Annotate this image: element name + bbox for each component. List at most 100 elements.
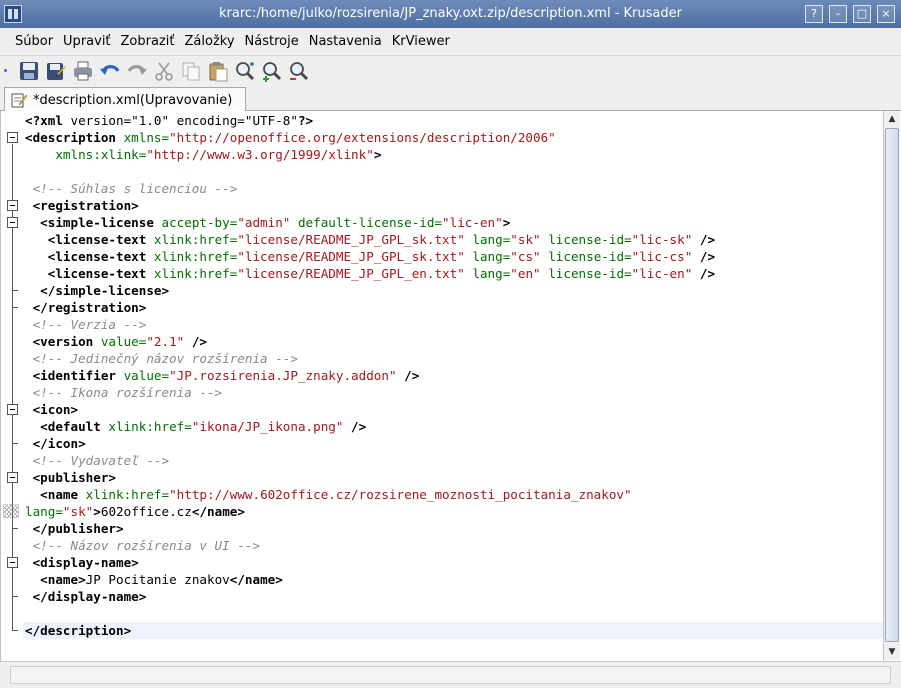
undo-icon[interactable] (97, 58, 123, 84)
code-line[interactable]: <registration> (23, 197, 883, 214)
menu-bar: Súbor Upraviť Zobraziť Záložky Nástroje … (0, 28, 901, 55)
menu-zalozky[interactable]: Záložky (180, 28, 240, 55)
menu-nastavenia[interactable]: Nastavenia (304, 28, 387, 55)
menu-subor[interactable]: Súbor (10, 28, 58, 55)
text-editor[interactable]: <?xml version="1.0" encoding="UTF-8"?> <d… (0, 111, 901, 661)
menu-krviewer[interactable]: KrViewer (387, 28, 455, 55)
code-token: </simple-license> (25, 283, 170, 298)
code-token: JP Pocitanie znakov (85, 572, 230, 587)
code-line[interactable]: </publisher> (23, 520, 883, 537)
code-line[interactable]: <icon> (23, 401, 883, 418)
code-line[interactable]: <publisher> (23, 469, 883, 486)
code-token: "license/README_JP_GPL_sk.txt" (237, 232, 465, 247)
scroll-down-icon[interactable]: ▼ (884, 644, 900, 660)
code-token: <name (25, 487, 86, 502)
code-line[interactable]: <name xlink:href="http://www.602office.c… (23, 486, 883, 503)
zoom-out-icon[interactable] (286, 58, 312, 84)
code-line[interactable]: <license-text xlink:href="license/README… (23, 231, 883, 248)
code-line[interactable]: </description> (23, 622, 883, 639)
code-token: xmlns= (123, 130, 170, 145)
code-token: accept-by= (161, 215, 238, 230)
code-line[interactable]: <license-text xlink:href="license/README… (23, 265, 883, 282)
code-token: <?xml (25, 113, 71, 128)
menu-nastroje[interactable]: Nástroje (240, 28, 304, 55)
title-bar: krarc:/home/julko/rozsirenia/JP_znaky.ox… (0, 0, 901, 28)
code-token: <icon> (25, 402, 79, 417)
fold-toggle-icon[interactable] (7, 132, 18, 143)
scroll-up-icon[interactable]: ▲ (884, 111, 900, 127)
code-line[interactable]: lang="sk">602office.cz</name> (23, 503, 883, 520)
print-icon[interactable] (70, 58, 96, 84)
code-token: lang= (464, 232, 511, 247)
code-line[interactable]: <!-- Jedinečný názov rozšírenia --> (23, 350, 883, 367)
tab-bar: *description.xml(Upravovanie) (0, 85, 901, 112)
code-line[interactable]: <!-- Názov rozšírenia v UI --> (23, 537, 883, 554)
code-token: <license-text (25, 232, 154, 247)
code-line[interactable]: </display-name> (23, 588, 883, 605)
save-icon[interactable] (16, 58, 42, 84)
copy-icon[interactable] (178, 58, 204, 84)
code-line[interactable]: <!-- Súhlas s licenciou --> (23, 180, 883, 197)
code-line[interactable]: xmlns:xlink="http://www.w3.org/1999/xlin… (23, 146, 883, 163)
zoom-in-icon[interactable] (259, 58, 285, 84)
fold-gutter[interactable] (1, 111, 23, 659)
cut-icon[interactable] (151, 58, 177, 84)
fold-toggle-icon[interactable] (7, 472, 18, 483)
code-line[interactable]: <!-- Ikona rozšírenia --> (23, 384, 883, 401)
redo-icon[interactable] (124, 58, 150, 84)
fold-toggle-icon[interactable] (7, 404, 18, 415)
code-token: xlink:href= (85, 487, 170, 502)
scrollbar-thumb[interactable] (885, 128, 899, 642)
paste-icon[interactable] (205, 58, 231, 84)
code-token: "en" (510, 266, 541, 281)
code-line[interactable]: <identifier value="JP.rozsirenia.JP_znak… (23, 367, 883, 384)
code-line[interactable]: <description xmlns="http://openoffice.or… (23, 129, 883, 146)
code-line[interactable]: <display-name> (23, 554, 883, 571)
code-line[interactable]: <default xlink:href="ikona/JP_ikona.png"… (23, 418, 883, 435)
code-token: "JP.rozsirenia.JP_znaky.addon" (169, 368, 397, 383)
code-token: <!-- Verzia --> (25, 317, 147, 332)
code-token: ?> (297, 113, 314, 128)
code-token: "lic-en" (442, 215, 503, 230)
fold-end-marker (12, 630, 18, 631)
vertical-scrollbar[interactable]: ▲ ▼ (883, 111, 900, 660)
save-as-icon[interactable] (43, 58, 69, 84)
fold-toggle-icon[interactable] (7, 557, 18, 568)
code-line[interactable]: <version value="2.1" /> (23, 333, 883, 350)
code-line[interactable] (23, 163, 883, 180)
menu-zobrazit[interactable]: Zobraziť (116, 28, 180, 55)
fold-range-line (12, 416, 13, 443)
fold-range-line (12, 569, 13, 596)
code-token: version="1.0" encoding="UTF-8" (70, 113, 298, 128)
code-line[interactable]: <name>JP Pocitanie znakov</name> (23, 571, 883, 588)
code-line[interactable]: <simple-license accept-by="admin" defaul… (23, 214, 883, 231)
menu-upravit[interactable]: Upraviť (58, 28, 115, 55)
find-icon[interactable] (232, 58, 258, 84)
code-area[interactable]: <?xml version="1.0" encoding="UTF-8"?> <d… (23, 112, 883, 660)
code-token: <publisher> (25, 470, 116, 485)
code-line[interactable]: </registration> (23, 299, 883, 316)
code-token: <name> (25, 572, 86, 587)
code-line[interactable]: <!-- Vydavateľ --> (23, 452, 883, 469)
status-bar (0, 661, 901, 688)
help-button[interactable]: ? (805, 5, 823, 23)
code-token: /> (692, 232, 716, 247)
toolbar-grip-handle[interactable] (2, 60, 8, 82)
code-line[interactable]: <license-text xlink:href="license/README… (23, 248, 883, 265)
dynamic-wrap-indicator-icon (3, 504, 19, 518)
maximize-button[interactable]: □ (853, 5, 871, 23)
fold-toggle-icon[interactable] (7, 217, 18, 228)
code-token: /> (184, 334, 207, 349)
code-line[interactable]: </simple-license> (23, 282, 883, 299)
code-line[interactable]: </icon> (23, 435, 883, 452)
minimize-button[interactable]: – (829, 5, 847, 23)
code-line[interactable] (23, 605, 883, 622)
tab-description-xml[interactable]: *description.xml(Upravovanie) (4, 87, 246, 112)
code-token: /> (692, 249, 716, 264)
code-line[interactable]: <?xml version="1.0" encoding="UTF-8"?> (23, 112, 883, 129)
code-token: </registration> (25, 300, 147, 315)
close-button[interactable]: × (877, 5, 895, 23)
code-line[interactable]: <!-- Verzia --> (23, 316, 883, 333)
fold-toggle-icon[interactable] (7, 200, 18, 211)
